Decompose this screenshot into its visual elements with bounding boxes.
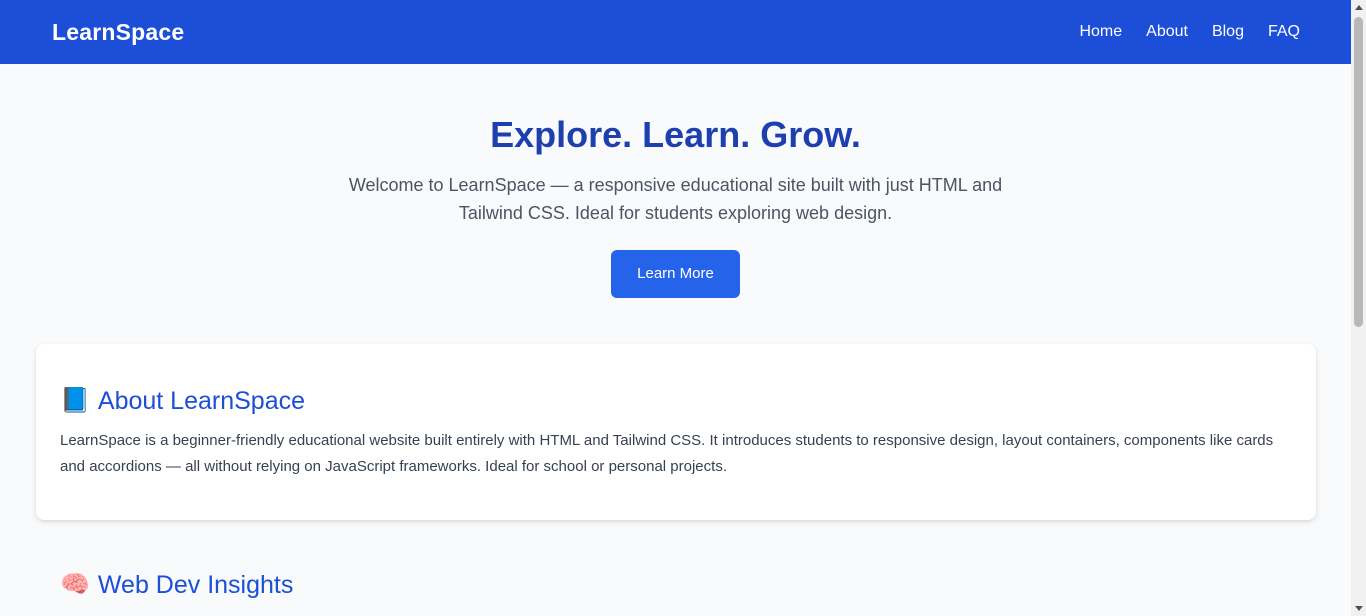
insights-title-text: Web Dev Insights bbox=[97, 571, 294, 599]
about-title: 📘 About LearnSpace bbox=[60, 384, 1292, 418]
navbar: LearnSpace Home About Blog FAQ bbox=[0, 0, 1351, 64]
brain-icon: 🧠 bbox=[60, 571, 90, 598]
hero-description: Welcome to LearnSpace — a responsive edu… bbox=[348, 175, 1003, 223]
scrollbar-thumb[interactable] bbox=[1354, 17, 1363, 327]
about-text: LearnSpace is a beginner-friendly educat… bbox=[60, 432, 1274, 475]
brand-logo[interactable]: LearnSpace bbox=[52, 19, 184, 46]
scroll-down-arrow-icon[interactable] bbox=[1355, 606, 1363, 611]
book-icon: 📘 bbox=[60, 387, 90, 414]
learn-more-button[interactable]: Learn More bbox=[611, 250, 740, 298]
page: LearnSpace Home About Blog FAQ Explore. … bbox=[0, 0, 1351, 616]
nav-link-faq[interactable]: FAQ bbox=[1268, 23, 1300, 41]
insights-title: 🧠 Web Dev Insights bbox=[60, 568, 293, 602]
insights-section: 🧠 Web Dev Insights bbox=[60, 568, 293, 602]
nav-link-blog[interactable]: Blog bbox=[1212, 23, 1244, 41]
nav-link-home[interactable]: Home bbox=[1079, 23, 1122, 41]
about-card: 📘 About LearnSpace LearnSpace is a begin… bbox=[36, 344, 1316, 520]
nav-links: Home About Blog FAQ bbox=[1079, 23, 1300, 41]
nav-link-about[interactable]: About bbox=[1146, 23, 1188, 41]
hero-section: Explore. Learn. Grow. Welcome to LearnSp… bbox=[0, 64, 1351, 298]
scroll-up-arrow-icon[interactable] bbox=[1355, 5, 1363, 10]
hero-title: Explore. Learn. Grow. bbox=[490, 114, 861, 155]
about-title-text: About LearnSpace bbox=[97, 387, 305, 415]
vertical-scrollbar[interactable] bbox=[1351, 0, 1366, 616]
